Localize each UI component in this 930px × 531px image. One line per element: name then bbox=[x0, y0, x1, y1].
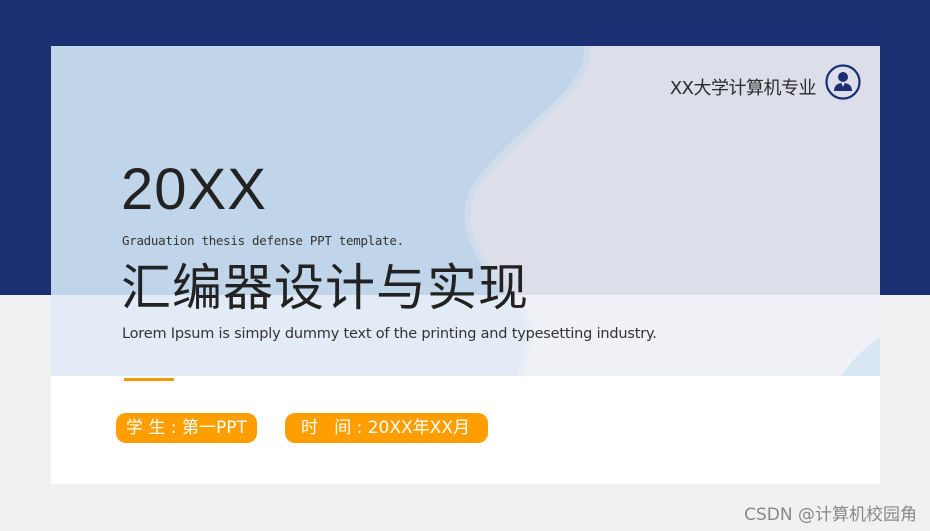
presentation-slide: XX大学计算机专业 20XX Graduation thesis defense… bbox=[51, 46, 880, 484]
school-name: XX大学计算机专业 bbox=[669, 78, 817, 99]
description-text: Lorem Ipsum is simply dummy text of the … bbox=[122, 326, 657, 342]
english-subtitle: Graduation thesis defense PPT template. bbox=[122, 233, 404, 248]
date-badge: 时 间 : 20XX年XX月 bbox=[285, 413, 488, 443]
student-badge: 学 生 : 第一PPT bbox=[116, 413, 257, 443]
thesis-title: 汇编器设计与实现 bbox=[121, 259, 529, 317]
user-avatar-icon bbox=[825, 64, 861, 100]
csdn-watermark: CSDN @计算机校园角 bbox=[744, 505, 917, 525]
accent-divider bbox=[124, 378, 174, 381]
screen: XX大学计算机专业 20XX Graduation thesis defense… bbox=[0, 0, 930, 531]
year-heading: 20XX bbox=[121, 157, 267, 222]
